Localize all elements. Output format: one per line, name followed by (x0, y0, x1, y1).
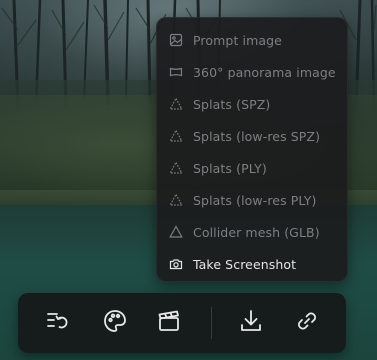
history-icon (44, 308, 70, 338)
splat-icon (169, 193, 183, 207)
menu-item-panorama-image[interactable]: 360° panorama image (157, 56, 347, 88)
menu-item-label: Splats (PLY) (193, 160, 267, 176)
menu-item-label: Take Screenshot (193, 256, 297, 272)
style-button[interactable] (100, 308, 130, 338)
clapperboard-icon (156, 308, 182, 338)
panorama-icon (169, 65, 183, 79)
menu-item-label: Splats (low-res SPZ) (193, 128, 321, 144)
splat-icon (169, 97, 183, 111)
menu-item-label: Splats (SPZ) (193, 96, 271, 112)
menu-item-splats-ply[interactable]: Splats (PLY) (157, 152, 347, 184)
menu-item-label: 360° panorama image (193, 64, 336, 80)
download-icon (238, 308, 264, 338)
palette-icon (102, 308, 128, 338)
menu-item-label: Collider mesh (GLB) (193, 224, 320, 240)
menu-item-label: Splats (low-res PLY) (193, 192, 317, 208)
bottom-toolbar (18, 293, 346, 353)
scene-button[interactable] (154, 308, 184, 338)
share-link-button[interactable] (292, 308, 322, 338)
download-button[interactable] (236, 308, 266, 338)
menu-item-splats-spz[interactable]: Splats (SPZ) (157, 88, 347, 120)
menu-item-prompt-image[interactable]: Prompt image (157, 24, 347, 56)
export-menu: Prompt image 360° panorama image Splats … (156, 17, 348, 282)
scene-viewport[interactable]: Prompt image 360° panorama image Splats … (0, 0, 377, 360)
menu-item-take-screenshot[interactable]: Take Screenshot (157, 248, 347, 280)
link-icon (294, 308, 320, 338)
image-icon (169, 33, 183, 47)
splat-icon (169, 129, 183, 143)
menu-item-collider-mesh[interactable]: Collider mesh (GLB) (157, 216, 347, 248)
menu-item-label: Prompt image (193, 32, 282, 48)
history-button[interactable] (42, 308, 72, 338)
splat-icon (169, 161, 183, 175)
menu-item-splats-lowres-ply[interactable]: Splats (low-res PLY) (157, 184, 347, 216)
menu-item-splats-lowres-spz[interactable]: Splats (low-res SPZ) (157, 120, 347, 152)
mesh-icon (169, 225, 183, 239)
camera-icon (169, 257, 183, 271)
toolbar-divider (211, 307, 212, 339)
